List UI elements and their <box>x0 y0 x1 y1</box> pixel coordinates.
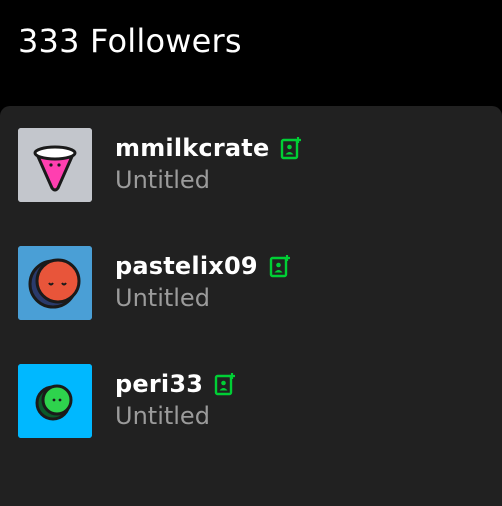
list-item[interactable]: peri33 Untitled <box>0 342 502 460</box>
followers-list: mmilkcrate Untitled pastelix09 Untitled … <box>0 106 502 506</box>
add-contact-icon[interactable] <box>213 372 237 396</box>
ice-cream-cone-avatar <box>18 128 92 202</box>
blog-title: Untitled <box>115 402 210 430</box>
avatar[interactable] <box>18 246 92 320</box>
username[interactable]: peri33 <box>115 370 203 398</box>
username[interactable]: mmilkcrate <box>115 134 269 162</box>
add-contact-icon[interactable] <box>279 136 303 160</box>
blog-title: Untitled <box>115 284 210 312</box>
avatar[interactable] <box>18 128 92 202</box>
page-title: 333 Followers <box>18 22 242 60</box>
moon-face-avatar <box>18 246 92 320</box>
green-moon-face-avatar <box>18 364 92 438</box>
blog-title: Untitled <box>115 166 210 194</box>
username[interactable]: pastelix09 <box>115 252 258 280</box>
list-item[interactable]: pastelix09 Untitled <box>0 224 502 342</box>
page-header: 333 Followers <box>0 0 502 106</box>
add-contact-icon[interactable] <box>268 254 292 278</box>
list-item[interactable]: mmilkcrate Untitled <box>0 106 502 224</box>
avatar[interactable] <box>18 364 92 438</box>
